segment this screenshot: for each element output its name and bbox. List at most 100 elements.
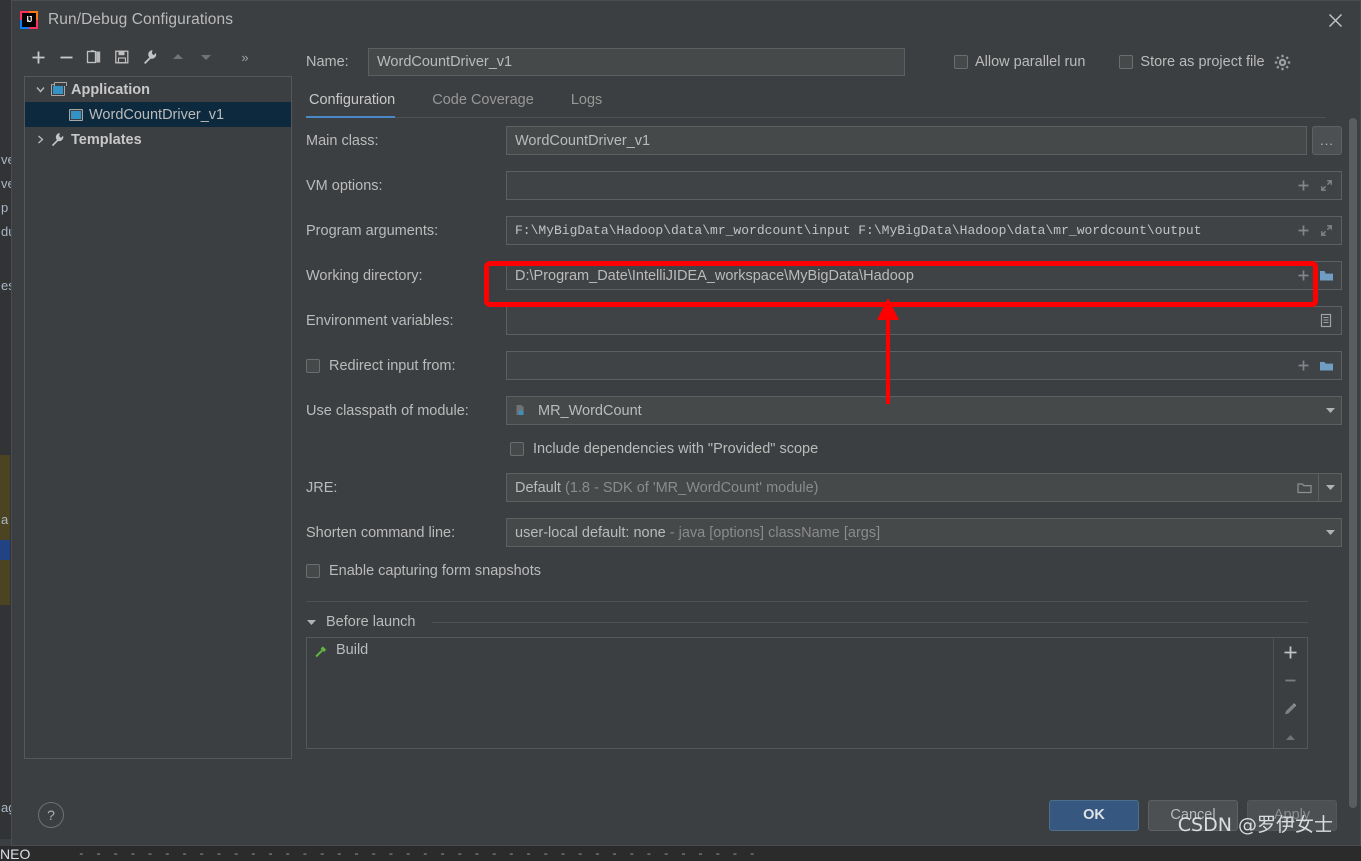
checkbox-box[interactable] xyxy=(306,358,320,373)
environment-variables-inline-buttons xyxy=(1316,310,1341,332)
insert-macro-icon[interactable] xyxy=(1293,220,1313,242)
configurations-tree[interactable]: Application WordCountDriver_v1 Templates xyxy=(24,76,292,759)
working-directory-value: D:\Program_Date\IntelliJIDEA_workspace\M… xyxy=(515,267,914,284)
before-launch-header[interactable]: Before launch xyxy=(306,614,1308,630)
allow-parallel-run-checkbox[interactable]: Allow parallel run xyxy=(954,54,1085,70)
program-arguments-value: F:\MyBigData\Hadoop\data\mr_wordcount\in… xyxy=(515,223,1202,238)
redirect-input-from-checkbox[interactable]: Redirect input from: xyxy=(306,358,506,374)
background-text-fragment: a xyxy=(1,512,9,527)
chevron-down-icon[interactable] xyxy=(1319,474,1341,501)
dialog-body: » Application WordCountDriver_v1 Templat… xyxy=(12,38,1360,808)
jre-row: JRE: Default (1.8 - SDK of 'MR_WordCount… xyxy=(306,473,1342,502)
edit-variables-icon[interactable] xyxy=(1316,310,1336,332)
tree-item-wordcountdriver-v1[interactable]: WordCountDriver_v1 xyxy=(25,102,291,127)
chevron-down-icon[interactable] xyxy=(31,81,49,99)
tab-configuration[interactable]: Configuration xyxy=(306,92,413,118)
help-button[interactable]: ? xyxy=(38,802,64,828)
cancel-button[interactable]: Cancel xyxy=(1148,799,1238,831)
insert-macro-icon[interactable] xyxy=(1293,265,1313,287)
vm-options-row: VM options: xyxy=(306,171,1342,200)
tab-code-coverage[interactable]: Code Coverage xyxy=(429,92,552,117)
edit-templates-wrench-icon[interactable] xyxy=(136,43,164,71)
main-class-field[interactable]: WordCountDriver_v1 xyxy=(506,126,1307,155)
remove-configuration-button[interactable] xyxy=(52,43,80,71)
background-status-text: NEO xyxy=(0,846,31,861)
store-as-project-file-checkbox[interactable]: Store as project file xyxy=(1119,54,1265,70)
tree-item-application[interactable]: Application xyxy=(25,77,291,102)
add-configuration-button[interactable] xyxy=(24,43,52,71)
before-launch-task-list: Build xyxy=(306,637,1308,749)
name-input[interactable] xyxy=(368,48,905,76)
chevron-down-icon[interactable] xyxy=(1319,397,1341,424)
redirect-input-inline-buttons xyxy=(1293,355,1341,377)
enable-form-snapshots-checkbox[interactable]: Enable capturing form snapshots xyxy=(306,563,1342,579)
ok-button[interactable]: OK xyxy=(1049,799,1139,831)
store-as-project-file-label: Store as project file xyxy=(1140,54,1265,70)
program-arguments-row: Program arguments: F:\MyBigData\Hadoop\d… xyxy=(306,216,1342,245)
checkbox-box[interactable] xyxy=(306,564,320,578)
shorten-command-line-combo[interactable]: user-local default: none - java [options… xyxy=(506,518,1342,547)
edit-task-pencil-icon[interactable] xyxy=(1278,699,1304,720)
use-classpath-of-module-combo[interactable]: MR_WordCount xyxy=(506,396,1342,425)
expand-editor-icon[interactable] xyxy=(1316,175,1336,197)
folder-icon[interactable] xyxy=(1316,265,1336,287)
move-task-up-button[interactable] xyxy=(1278,728,1304,749)
insert-macro-icon[interactable] xyxy=(1293,175,1313,197)
main-class-browse-button[interactable]: ... xyxy=(1312,126,1342,155)
before-launch-section: Before launch Build xyxy=(306,614,1308,749)
close-icon[interactable] xyxy=(1318,6,1352,34)
tab-logs[interactable]: Logs xyxy=(568,92,620,117)
scrollbar-thumb[interactable] xyxy=(1349,118,1357,808)
copy-configuration-button[interactable] xyxy=(80,43,108,71)
folder-icon[interactable] xyxy=(1316,355,1336,377)
jre-label: JRE: xyxy=(306,479,338,496)
program-arguments-field[interactable]: F:\MyBigData\Hadoop\data\mr_wordcount\in… xyxy=(506,216,1342,245)
folder-icon[interactable] xyxy=(1290,474,1318,501)
vm-options-inline-buttons xyxy=(1293,175,1341,197)
jre-value-hint: (1.8 - SDK of 'MR_WordCount' module) xyxy=(564,479,819,496)
vm-options-field[interactable] xyxy=(506,171,1342,200)
main-class-value: WordCountDriver_v1 xyxy=(515,132,651,149)
tree-item-templates[interactable]: Templates xyxy=(25,127,291,152)
expand-editor-icon[interactable] xyxy=(1316,220,1336,242)
background-highlight xyxy=(0,455,10,605)
move-up-button[interactable] xyxy=(164,43,192,71)
divider xyxy=(432,621,1308,623)
save-configuration-button[interactable] xyxy=(108,43,136,71)
wrench-icon xyxy=(49,131,66,148)
chevron-right-icon[interactable] xyxy=(31,131,49,149)
before-launch-item-build[interactable]: Build xyxy=(307,638,1273,662)
shorten-command-line-value-group: user-local default: none - java [options… xyxy=(507,525,1319,541)
environment-variables-field[interactable] xyxy=(506,306,1342,335)
redirect-input-from-field[interactable] xyxy=(506,351,1342,380)
jre-value-group: Default (1.8 - SDK of 'MR_WordCount' mod… xyxy=(507,480,1290,496)
checkbox-box[interactable] xyxy=(510,442,524,456)
apply-button[interactable]: Apply xyxy=(1247,799,1337,831)
form-scrollbar[interactable] xyxy=(1346,118,1360,808)
chevron-down-icon[interactable] xyxy=(306,618,317,627)
working-directory-field[interactable]: D:\Program_Date\IntelliJIDEA_workspace\M… xyxy=(506,261,1342,290)
environment-variables-label: Environment variables: xyxy=(306,312,454,329)
use-classpath-of-module-label: Use classpath of module: xyxy=(306,402,469,419)
sidebar-toolbar: » xyxy=(24,38,292,76)
chevron-down-icon[interactable] xyxy=(1319,519,1341,546)
sidebar-more-button[interactable]: » xyxy=(234,44,256,70)
include-provided-scope-checkbox[interactable]: Include dependencies with "Provided" sco… xyxy=(510,441,1342,457)
use-classpath-of-module-value: MR_WordCount xyxy=(538,402,642,419)
checkbox-box[interactable] xyxy=(1119,55,1134,69)
use-classpath-of-module-row: Use classpath of module: MR_WordCount xyxy=(306,396,1342,425)
jre-value: Default xyxy=(515,479,561,496)
checkbox-box[interactable] xyxy=(954,55,968,69)
gear-icon[interactable] xyxy=(1273,52,1293,72)
application-config-icon xyxy=(67,106,84,123)
add-task-button[interactable] xyxy=(1278,642,1304,663)
jre-combo[interactable]: Default (1.8 - SDK of 'MR_WordCount' mod… xyxy=(506,473,1342,502)
tree-item-label: Templates xyxy=(71,131,142,148)
remove-task-button[interactable] xyxy=(1278,671,1304,692)
configuration-editor-panel: Name: Allow parallel run Store as projec… xyxy=(292,38,1360,808)
before-launch-items: Build xyxy=(307,638,1273,748)
move-down-button[interactable] xyxy=(192,43,220,71)
insert-macro-icon[interactable] xyxy=(1293,355,1313,377)
include-provided-scope-label: Include dependencies with "Provided" sco… xyxy=(533,441,819,457)
